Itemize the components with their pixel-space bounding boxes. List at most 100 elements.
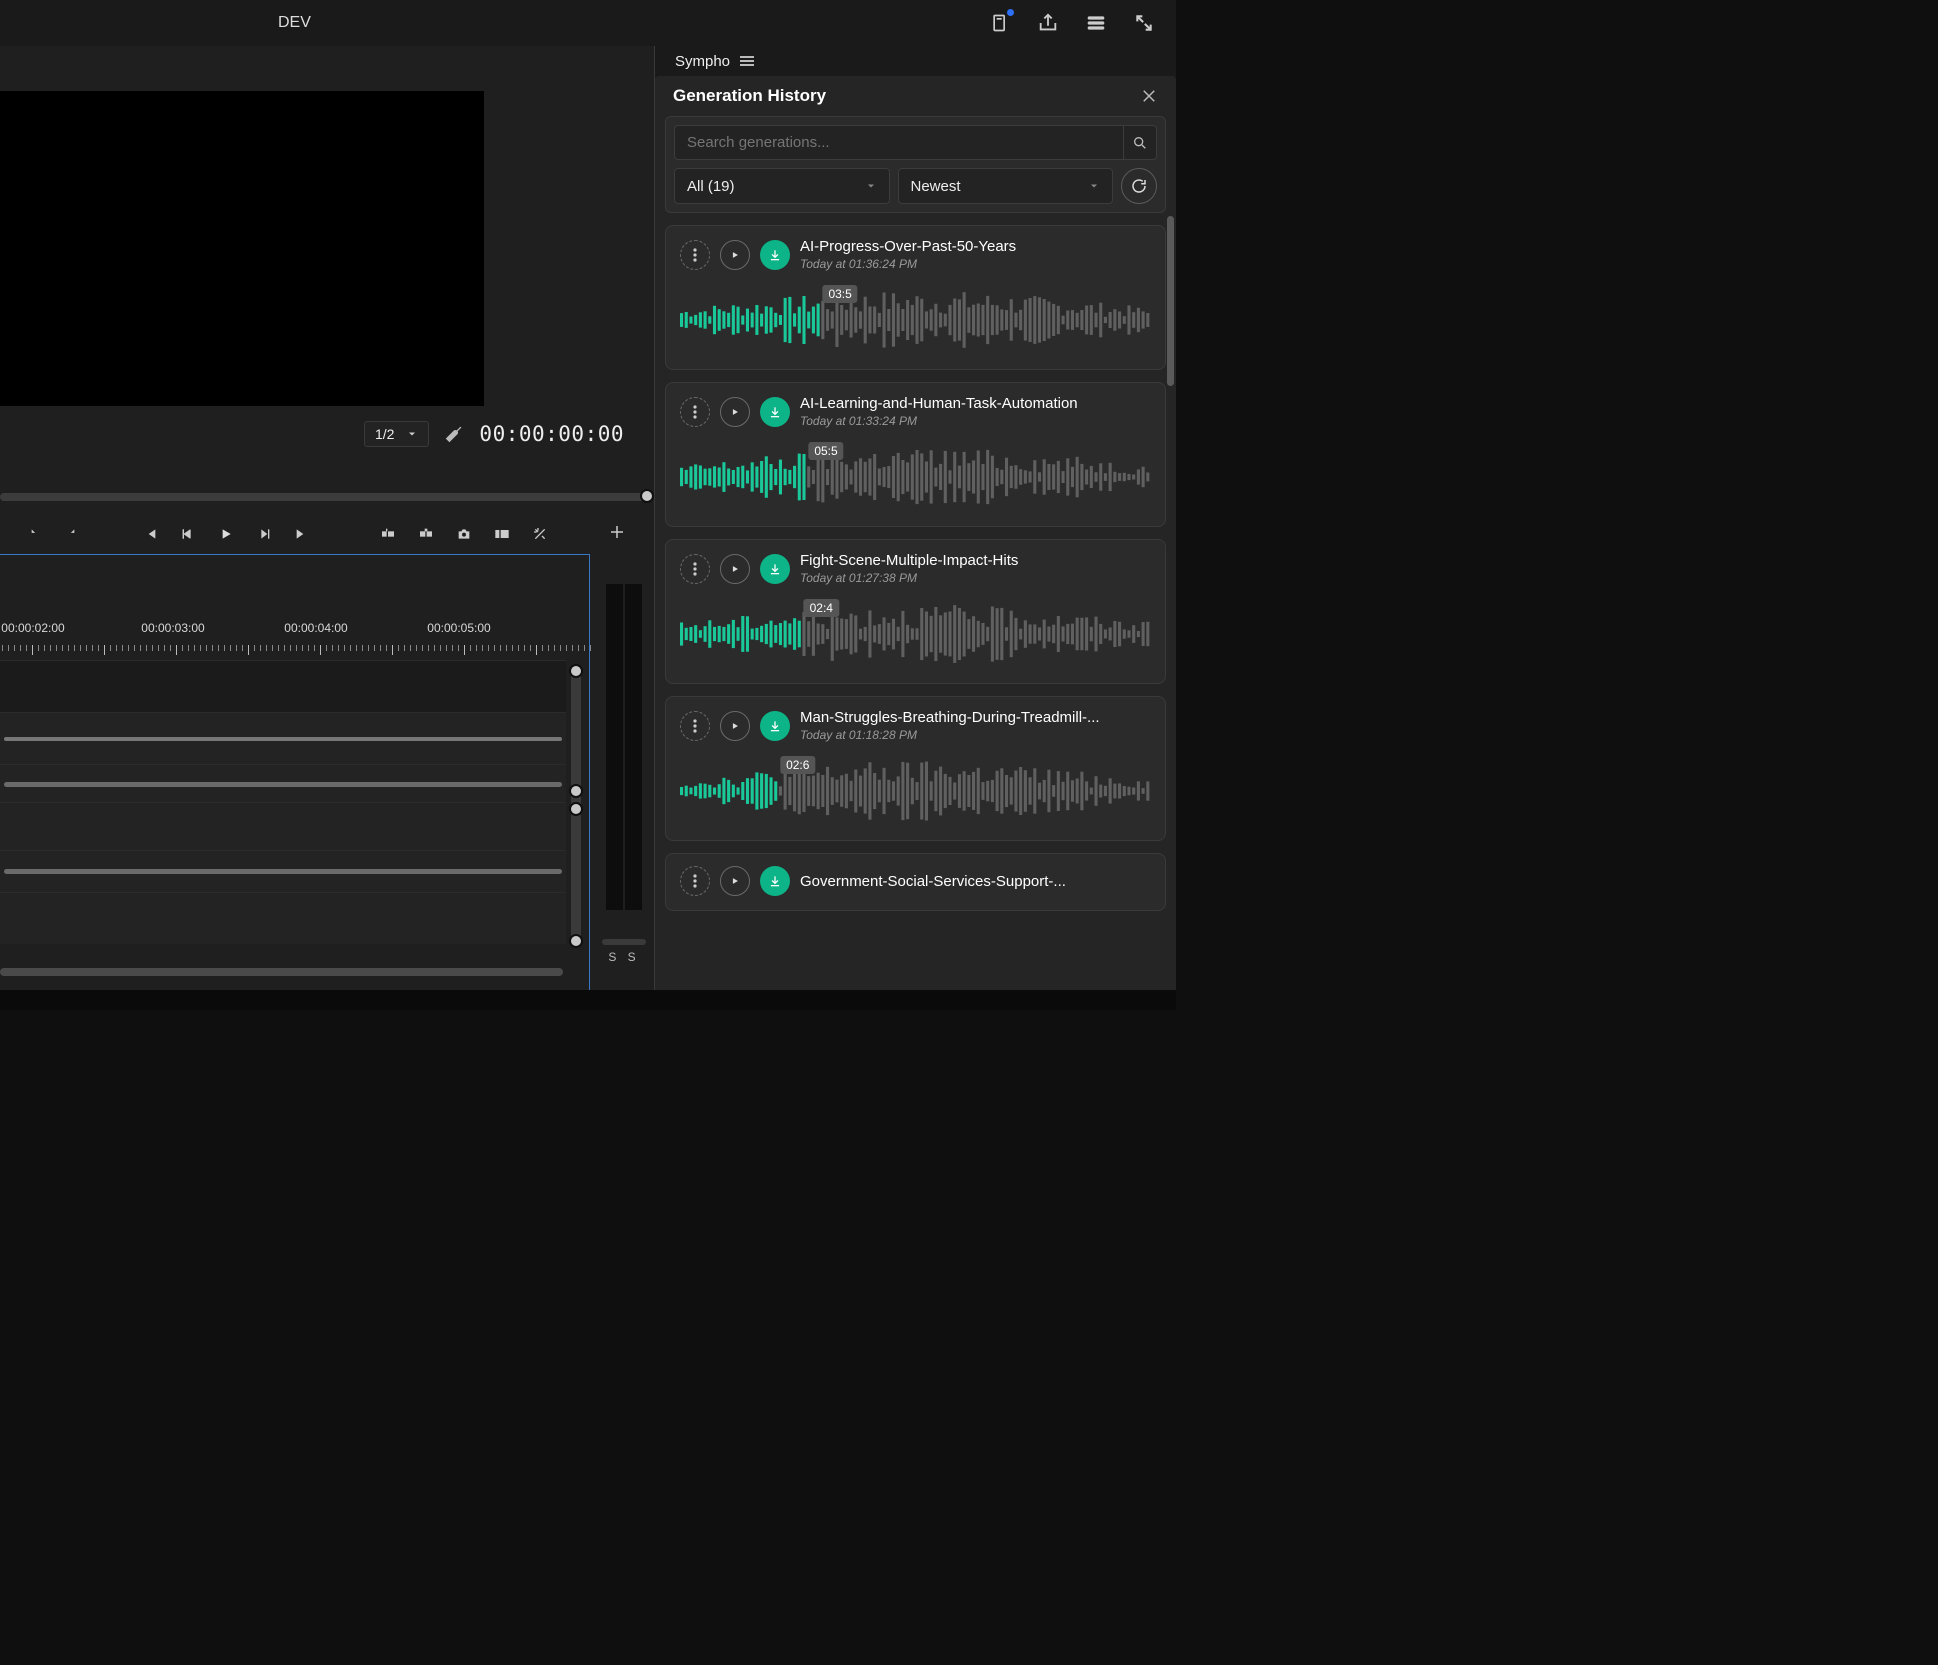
fullscreen-icon[interactable] xyxy=(1132,11,1156,35)
add-button[interactable] xyxy=(608,523,628,543)
generation-timestamp: Today at 01:27:38 PM xyxy=(800,571,1018,585)
side-panel: Sympho Generation History xyxy=(655,46,1176,990)
more-button[interactable] xyxy=(680,866,710,896)
more-button[interactable] xyxy=(680,554,710,584)
chevron-down-icon xyxy=(406,428,418,440)
play-button[interactable] xyxy=(720,866,750,896)
generation-card[interactable]: Government-Social-Services-Support-... xyxy=(665,853,1166,911)
sort-dropdown[interactable]: Newest xyxy=(898,168,1114,204)
camera-icon[interactable] xyxy=(454,524,474,544)
menu-icon[interactable] xyxy=(740,56,754,66)
time-badge: 05:5 xyxy=(808,442,843,460)
timecode[interactable]: 00:00:00:00 xyxy=(479,422,624,446)
track-row[interactable] xyxy=(0,892,566,944)
generation-list[interactable]: AI-Progress-Over-Past-50-Years Today at … xyxy=(655,225,1176,990)
download-button[interactable] xyxy=(760,397,790,427)
play-button[interactable] xyxy=(720,554,750,584)
meter-labels: S S xyxy=(594,950,654,964)
stack-icon[interactable] xyxy=(1084,11,1108,35)
step-back-icon[interactable] xyxy=(178,524,198,544)
timeline-hscroll[interactable] xyxy=(0,968,563,976)
meter-bars xyxy=(606,584,642,910)
play-button[interactable] xyxy=(720,240,750,270)
zoom-value: 1/2 xyxy=(375,426,394,442)
vertical-zoom-slider[interactable] xyxy=(571,667,581,945)
topbar-icons xyxy=(988,11,1156,35)
play-icon[interactable] xyxy=(216,524,236,544)
document-icon[interactable] xyxy=(988,11,1012,35)
app-title: DEV xyxy=(278,14,311,32)
refresh-icon xyxy=(1130,177,1148,195)
more-button[interactable] xyxy=(680,397,710,427)
filter-controls: All (19) Newest xyxy=(665,116,1166,213)
play-button[interactable] xyxy=(720,397,750,427)
generation-card[interactable]: AI-Learning-and-Human-Task-Automation To… xyxy=(665,382,1166,527)
generation-card[interactable]: Man-Struggles-Breathing-During-Treadmill… xyxy=(665,696,1166,841)
overwrite-icon[interactable] xyxy=(416,524,436,544)
tracks[interactable] xyxy=(0,660,566,950)
wrench-icon[interactable] xyxy=(443,423,465,445)
slider-knob[interactable] xyxy=(569,784,583,798)
refresh-button[interactable] xyxy=(1121,168,1157,204)
effects-icon[interactable] xyxy=(530,524,550,544)
waveform[interactable]: 03:5 xyxy=(680,285,1151,355)
ruler-mark: 00:00:02:00 xyxy=(1,621,64,635)
panel-tab-header[interactable]: Sympho xyxy=(655,46,1176,76)
go-to-out-icon[interactable] xyxy=(292,524,312,544)
download-button[interactable] xyxy=(760,240,790,270)
search-input[interactable] xyxy=(674,125,1123,160)
generation-timestamp: Today at 01:18:28 PM xyxy=(800,728,1100,742)
ruler-mark: 00:00:03:00 xyxy=(141,621,204,635)
download-button[interactable] xyxy=(760,711,790,741)
track-row[interactable] xyxy=(0,802,566,850)
chevron-down-icon xyxy=(1088,180,1100,192)
generation-card[interactable]: Fight-Scene-Multiple-Impact-Hits Today a… xyxy=(665,539,1166,684)
waveform[interactable]: 02:6 xyxy=(680,756,1151,826)
track-row[interactable] xyxy=(0,764,566,802)
video-preview[interactable] xyxy=(0,91,484,406)
download-button[interactable] xyxy=(760,866,790,896)
slider-knob[interactable] xyxy=(569,934,583,948)
generation-card[interactable]: AI-Progress-Over-Past-50-Years Today at … xyxy=(665,225,1166,370)
panel-title-bar: Generation History xyxy=(655,76,1176,116)
track-row[interactable] xyxy=(0,712,566,764)
scrollbar-thumb[interactable] xyxy=(1167,216,1174,386)
waveform[interactable]: 05:5 xyxy=(680,442,1151,512)
waveform[interactable]: 02:4 xyxy=(680,599,1151,669)
filter-dropdown[interactable]: All (19) xyxy=(674,168,890,204)
export-icon[interactable] xyxy=(1036,11,1060,35)
generation-title: Government-Social-Services-Support-... xyxy=(800,873,1066,890)
mark-in-icon[interactable] xyxy=(24,524,44,544)
play-button[interactable] xyxy=(720,711,750,741)
preview-controls: 1/2 00:00:00:00 xyxy=(364,421,624,447)
timeline-panel: 00:00:02:00 00:00:03:00 00:00:04:00 00:0… xyxy=(0,554,590,990)
bottom-strip xyxy=(0,990,1176,1010)
generation-title: AI-Progress-Over-Past-50-Years xyxy=(800,238,1016,255)
slider-knob[interactable] xyxy=(569,802,583,816)
meter-tick xyxy=(602,939,646,945)
slider-knob[interactable] xyxy=(569,664,583,678)
insert-icon[interactable] xyxy=(378,524,398,544)
zoom-select[interactable]: 1/2 xyxy=(364,421,429,447)
scrub-handle[interactable] xyxy=(640,489,654,503)
topbar: DEV xyxy=(0,0,1176,46)
time-badge: 03:5 xyxy=(822,285,857,303)
filter-label: All (19) xyxy=(687,178,735,195)
go-to-in-icon[interactable] xyxy=(140,524,160,544)
mark-out-icon[interactable] xyxy=(62,524,82,544)
more-button[interactable] xyxy=(680,240,710,270)
ruler-mark: 00:00:04:00 xyxy=(284,621,347,635)
panel-name: Sympho xyxy=(675,53,730,70)
track-row[interactable] xyxy=(0,850,566,892)
more-button[interactable] xyxy=(680,711,710,741)
track-row[interactable] xyxy=(0,660,566,712)
search-button[interactable] xyxy=(1123,125,1157,160)
close-icon[interactable] xyxy=(1140,87,1158,105)
download-button[interactable] xyxy=(760,554,790,584)
generation-title: Man-Struggles-Breathing-During-Treadmill… xyxy=(800,709,1100,726)
timeline-ruler[interactable]: 00:00:02:00 00:00:03:00 00:00:04:00 00:0… xyxy=(0,615,589,655)
frames-icon[interactable] xyxy=(492,524,512,544)
scrub-track[interactable] xyxy=(0,493,648,501)
generation-history-panel: Generation History All (19) xyxy=(655,76,1176,990)
step-forward-icon[interactable] xyxy=(254,524,274,544)
